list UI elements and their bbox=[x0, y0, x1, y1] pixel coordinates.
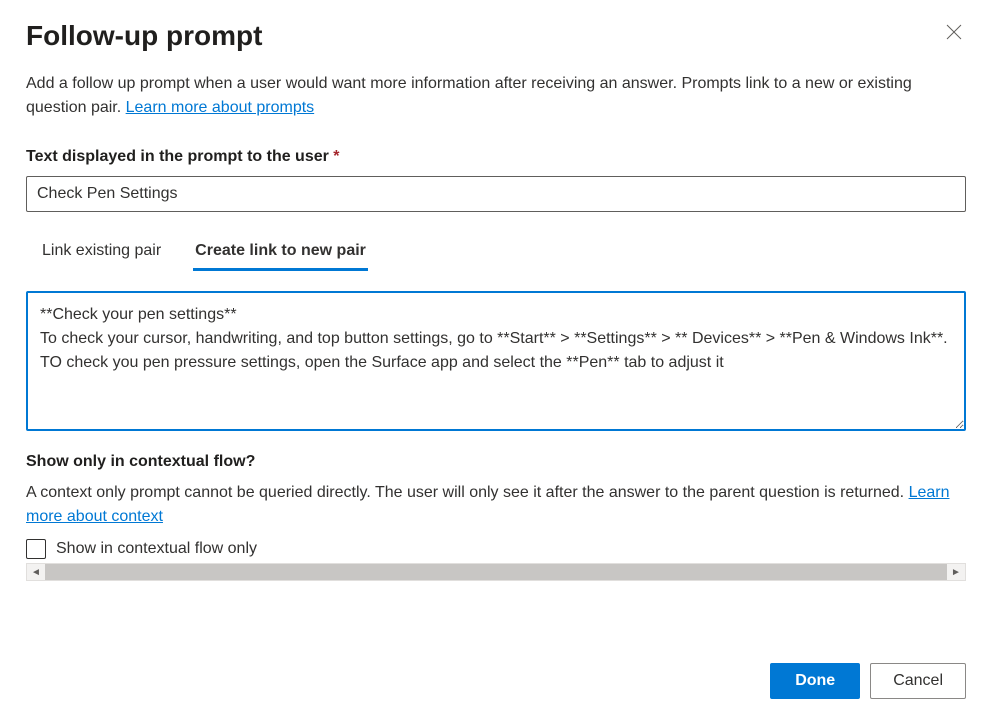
dialog-title: Follow-up prompt bbox=[26, 20, 262, 52]
display-text-label: Text displayed in the prompt to the user… bbox=[26, 148, 966, 166]
dialog-subtitle: Add a follow up prompt when a user would… bbox=[26, 72, 966, 120]
contextual-flow-description: A context only prompt cannot be queried … bbox=[26, 481, 966, 529]
close-button[interactable] bbox=[942, 20, 966, 48]
answer-textarea[interactable]: **Check your pen settings** To check you… bbox=[26, 291, 966, 431]
tabs: Link existing pair Create link to new pa… bbox=[26, 234, 966, 271]
contextual-flow-label: Show only in contextual flow? bbox=[26, 453, 966, 471]
tab-create-link-new-pair[interactable]: Create link to new pair bbox=[193, 234, 368, 271]
learn-more-prompts-link[interactable]: Learn more about prompts bbox=[126, 99, 315, 116]
scroll-left-arrow[interactable]: ◄ bbox=[27, 564, 45, 580]
dialog-footer: Done Cancel bbox=[26, 663, 966, 699]
done-button[interactable]: Done bbox=[770, 663, 860, 699]
horizontal-scrollbar[interactable]: ◄ ► bbox=[26, 563, 966, 581]
contextual-checkbox-label[interactable]: Show in contextual flow only bbox=[56, 540, 257, 558]
dialog-body: Add a follow up prompt when a user would… bbox=[26, 72, 966, 663]
cancel-button[interactable]: Cancel bbox=[870, 663, 966, 699]
contextual-checkbox-row: Show in contextual flow only bbox=[26, 539, 966, 559]
scroll-track[interactable] bbox=[45, 564, 947, 580]
close-icon bbox=[946, 24, 962, 40]
contextual-flow-checkbox[interactable] bbox=[26, 539, 46, 559]
follow-up-prompt-dialog: Follow-up prompt Add a follow up prompt … bbox=[0, 0, 992, 719]
required-marker: * bbox=[333, 148, 339, 165]
dialog-header: Follow-up prompt bbox=[26, 20, 966, 52]
display-text-input[interactable] bbox=[26, 176, 966, 212]
tab-link-existing-pair[interactable]: Link existing pair bbox=[40, 234, 163, 271]
scroll-right-arrow[interactable]: ► bbox=[947, 564, 965, 580]
